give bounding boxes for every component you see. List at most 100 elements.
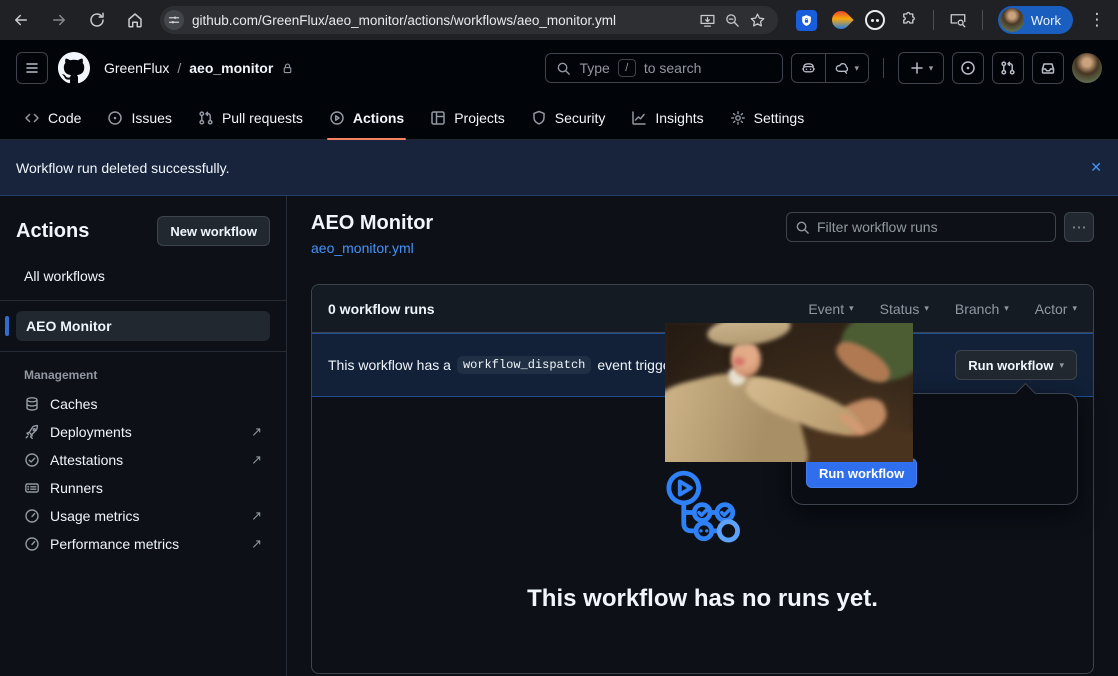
meter-icon xyxy=(24,508,40,524)
table-icon xyxy=(430,110,446,126)
tab-label: Pull requests xyxy=(222,110,303,126)
sidebar-title: Actions xyxy=(16,220,89,243)
new-workflow-button[interactable]: New workflow xyxy=(157,216,270,246)
sidebar-item-performance-metrics[interactable]: Performance metrics ↗ xyxy=(16,530,270,558)
empty-state-title: This workflow has no runs yet. xyxy=(312,585,1093,613)
sidebar-divider xyxy=(0,351,286,352)
sidebar-item-deployments[interactable]: Deployments ↗ xyxy=(16,418,270,446)
avatar-extension-icon[interactable] xyxy=(865,10,885,30)
branch-filter-dropdown[interactable]: Branch▾ xyxy=(955,301,1009,317)
chevron-down-icon: ▾ xyxy=(924,304,929,313)
hamburger-menu-button[interactable] xyxy=(16,52,48,84)
tab-settings[interactable]: Settings xyxy=(720,96,815,139)
status-filter-dropdown[interactable]: Status▾ xyxy=(880,301,929,317)
profile-avatar xyxy=(1000,8,1024,32)
tab-security[interactable]: Security xyxy=(521,96,616,139)
browser-nav-buttons xyxy=(12,11,144,29)
sidebar-item-all-workflows[interactable]: All workflows xyxy=(16,262,270,290)
sidebar-item-label: Attestations xyxy=(50,452,123,468)
search-icon xyxy=(556,61,571,76)
browser-toolbar: github.com/GreenFlux/aeo_monitor/actions… xyxy=(0,0,1118,40)
breadcrumb-repo[interactable]: aeo_monitor xyxy=(189,60,273,76)
github-logo-icon[interactable] xyxy=(58,52,90,84)
extensions-puzzle-icon[interactable] xyxy=(900,11,918,29)
tab-projects[interactable]: Projects xyxy=(420,96,515,139)
tab-actions[interactable]: Actions xyxy=(319,96,414,139)
chevron-down-icon: ▾ xyxy=(849,304,854,313)
tab-pull-requests[interactable]: Pull requests xyxy=(188,96,313,139)
painting-overlay-image xyxy=(665,323,913,462)
reload-icon[interactable] xyxy=(88,11,106,29)
actor-filter-dropdown[interactable]: Actor▾ xyxy=(1035,301,1077,317)
browser-menu-icon[interactable]: ⋮ xyxy=(1088,11,1106,29)
content-layout: Actions New workflow All workflows AEO M… xyxy=(0,196,1118,676)
tab-label: Projects xyxy=(454,110,505,126)
copilot-button-group: ▾ xyxy=(791,53,869,83)
sidebar-item-attestations[interactable]: Attestations ↗ xyxy=(16,446,270,474)
github-header: GreenFlux / aeo_monitor Type / to search… xyxy=(0,40,1118,96)
server-icon xyxy=(24,480,40,496)
issues-header-button[interactable] xyxy=(952,52,984,84)
search-icon xyxy=(795,220,810,235)
tab-label: Actions xyxy=(353,110,404,126)
tab-insights[interactable]: Insights xyxy=(621,96,713,139)
browser-profile-chip[interactable]: Work xyxy=(998,6,1073,34)
global-search-box[interactable]: Type / to search xyxy=(545,53,783,83)
repo-nav: Code Issues Pull requests Actions Projec… xyxy=(0,96,1118,140)
screen-search-icon[interactable] xyxy=(949,11,967,29)
shield-icon xyxy=(531,110,547,126)
run-workflow-confirm-button[interactable]: Run workflow xyxy=(806,458,917,488)
toolbar-divider xyxy=(933,10,934,30)
external-link-icon: ↗ xyxy=(251,424,262,440)
copilot-chat-dropdown[interactable]: ▾ xyxy=(825,54,868,82)
url-text[interactable]: github.com/GreenFlux/aeo_monitor/actions… xyxy=(192,13,691,28)
sidebar-item-label: Runners xyxy=(50,480,103,496)
kebab-menu-button[interactable]: ⋯ xyxy=(1064,212,1094,242)
tab-code[interactable]: Code xyxy=(14,96,91,139)
header-divider xyxy=(883,58,884,78)
sidebar-item-aeo-monitor[interactable]: AEO Monitor xyxy=(16,311,270,341)
git-pull-request-icon xyxy=(198,110,214,126)
bitwarden-extension-icon[interactable] xyxy=(796,10,817,31)
create-new-button[interactable]: ▾ xyxy=(898,52,944,84)
flash-message: Workflow run deleted successfully. xyxy=(16,160,229,176)
home-icon[interactable] xyxy=(126,11,144,29)
event-filter-dropdown[interactable]: Event▾ xyxy=(808,301,853,317)
bookmark-star-icon[interactable] xyxy=(749,12,766,29)
slash-keycap: / xyxy=(618,59,636,77)
sidebar-item-runners[interactable]: Runners xyxy=(16,474,270,502)
page: github.com/GreenFlux/aeo_monitor/actions… xyxy=(0,0,1118,676)
database-icon xyxy=(24,396,40,412)
rocket-icon xyxy=(24,424,40,440)
profile-label: Work xyxy=(1031,13,1061,28)
install-app-icon[interactable] xyxy=(699,12,716,29)
zoom-icon[interactable] xyxy=(724,12,741,29)
address-bar[interactable]: github.com/GreenFlux/aeo_monitor/actions… xyxy=(160,6,778,34)
user-avatar[interactable] xyxy=(1072,53,1102,83)
pull-requests-header-button[interactable] xyxy=(992,52,1024,84)
sidebar-item-usage-metrics[interactable]: Usage metrics ↗ xyxy=(16,502,270,530)
run-workflow-dropdown-button[interactable]: Run workflow▾ xyxy=(955,350,1077,380)
inbox-button[interactable] xyxy=(1032,52,1064,84)
site-settings-icon[interactable] xyxy=(164,10,184,30)
feather-extension-icon[interactable] xyxy=(828,7,853,32)
tab-issues[interactable]: Issues xyxy=(97,96,181,139)
breadcrumb-owner[interactable]: GreenFlux xyxy=(104,60,169,76)
tab-label: Security xyxy=(555,110,606,126)
chevron-down-icon: ▾ xyxy=(1072,304,1077,313)
forward-icon[interactable] xyxy=(50,11,68,29)
workflow-file-link[interactable]: aeo_monitor.yml xyxy=(311,240,433,256)
filter-workflow-runs-input[interactable] xyxy=(786,212,1056,242)
chevron-down-icon: ▾ xyxy=(1059,361,1064,370)
browser-extensions: Work ⋮ xyxy=(796,6,1106,34)
dispatch-event-code: workflow_dispatch xyxy=(457,356,591,374)
sidebar-item-caches[interactable]: Caches xyxy=(16,390,270,418)
back-icon[interactable] xyxy=(12,11,30,29)
copilot-icon[interactable] xyxy=(792,54,825,82)
chevron-down-icon: ▾ xyxy=(1004,304,1009,313)
close-icon[interactable]: ✕ xyxy=(1090,159,1102,176)
graph-icon xyxy=(631,110,647,126)
toolbar-divider xyxy=(982,10,983,30)
issue-opened-icon xyxy=(107,110,123,126)
sidebar-item-label: Deployments xyxy=(50,424,132,440)
